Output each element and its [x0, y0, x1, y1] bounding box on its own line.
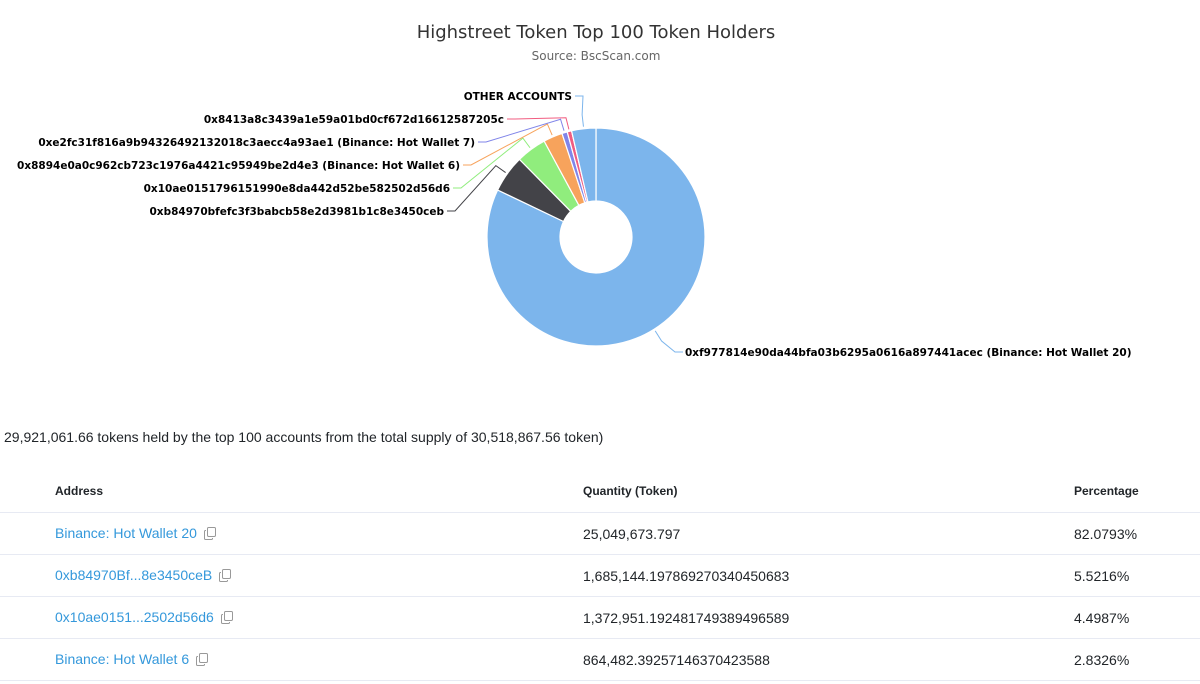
data-label: 0x8894e0a0c962cb723c1976a4421c95949be2d4…: [17, 160, 460, 172]
quantity-header: Quantity (Token): [583, 470, 1074, 513]
copy-icon[interactable]: [220, 610, 233, 627]
address-link[interactable]: Binance: Hot Wallet 6: [55, 651, 189, 667]
percentage-cell: 5.5216%: [1074, 554, 1200, 597]
percentage-cell: 82.0793%: [1074, 512, 1200, 555]
quantity-cell: 864,482.39257146370423588: [583, 638, 1074, 681]
holdings-summary: 29,921,061.66 tokens held by the top 100…: [4, 429, 604, 445]
pie-chart: Highstreet Token Top 100 Token Holders S…: [17, 22, 1132, 359]
table-header-row: Address Quantity (Token) Percentage: [0, 470, 1200, 513]
table-row: Binance: Hot Wallet 20 25,049,673.797 82…: [0, 512, 1200, 555]
holders-table: Address Quantity (Token) Percentage Bina…: [0, 470, 1200, 681]
table-row: 0x10ae0151...2502d56d6 1,372,951.1924817…: [0, 596, 1200, 639]
chart-area: Highstreet Token Top 100 Token Holders S…: [0, 0, 1200, 400]
quantity-cell: 1,685,144.197869270340450683: [583, 554, 1074, 597]
chart-title: Highstreet Token Top 100 Token Holders: [417, 22, 776, 43]
data-label-connector: [654, 330, 683, 353]
copy-icon[interactable]: [203, 526, 216, 543]
quantity-cell: 1,372,951.192481749389496589: [583, 596, 1074, 639]
data-label: OTHER ACCOUNTS: [464, 91, 572, 103]
pie-slices: [486, 127, 706, 347]
data-label: 0x10ae0151796151990e8da442d52be582502d56…: [144, 183, 450, 195]
data-label: 0x8413a8c3439a1e59a01bd0cf672d1661258720…: [204, 114, 504, 126]
percentage-cell: 4.4987%: [1074, 596, 1200, 639]
chart-subtitle: Source: BscScan.com: [532, 49, 661, 63]
table-row: 0xb84970Bf...8e3450ceB 1,685,144.1978692…: [0, 554, 1200, 597]
address-cell: 0xb84970Bf...8e3450ceB: [0, 554, 583, 597]
address-link[interactable]: 0xb84970Bf...8e3450ceB: [55, 567, 212, 583]
data-label: 0xe2fc31f816a9b94326492132018c3aecc4a93a…: [38, 137, 475, 149]
table-row: Binance: Hot Wallet 6 864,482.3925714637…: [0, 638, 1200, 681]
address-link[interactable]: Binance: Hot Wallet 20: [55, 525, 197, 541]
address-header: Address: [0, 470, 583, 513]
copy-icon[interactable]: [196, 652, 209, 669]
address-link[interactable]: 0x10ae0151...2502d56d6: [55, 609, 214, 625]
data-label: 0xb84970bfefc3f3babcb58e2d3981b1c8e3450c…: [150, 206, 445, 218]
address-cell: Binance: Hot Wallet 20: [0, 512, 583, 555]
data-label-connector: [575, 95, 584, 127]
address-cell: Binance: Hot Wallet 6: [0, 638, 583, 681]
percentage-header: Percentage: [1074, 470, 1200, 513]
address-cell: 0x10ae0151...2502d56d6: [0, 596, 583, 639]
data-label: 0xf977814e90da44bfa03b6295a0616a897441ac…: [685, 347, 1132, 359]
quantity-cell: 25,049,673.797: [583, 512, 1074, 555]
copy-icon[interactable]: [219, 568, 232, 585]
percentage-cell: 2.8326%: [1074, 638, 1200, 681]
